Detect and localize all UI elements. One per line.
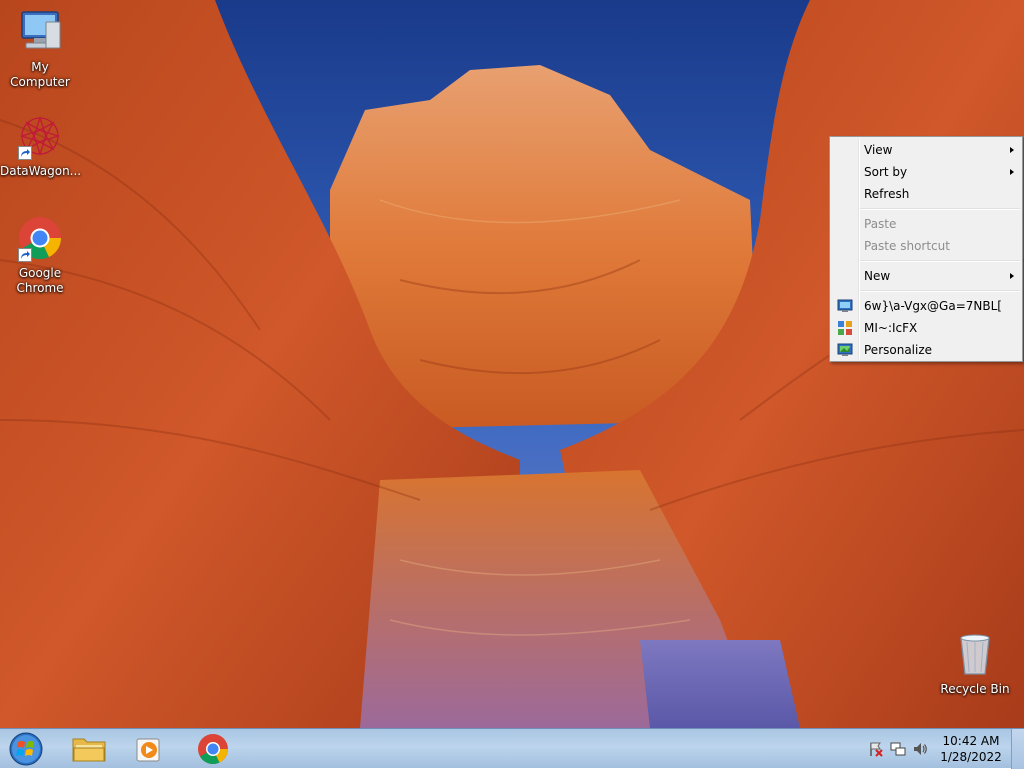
shortcut-arrow-icon	[18, 146, 32, 160]
desktop-icon-label: DataWagon...	[0, 164, 82, 178]
clock-date: 1/28/2022	[940, 750, 1002, 764]
desktop-icon-google-chrome[interactable]: Google Chrome	[0, 214, 80, 296]
menu-item-refresh[interactable]: Refresh	[832, 183, 1020, 205]
taskbar: 10:42 AM 1/28/2022	[0, 728, 1024, 769]
submenu-arrow-icon	[1010, 147, 1014, 153]
menu-separator	[860, 260, 1020, 262]
windows-logo-icon	[9, 732, 43, 766]
menu-item-label: 6w}\a-Vgx@Ga=7NBL[	[864, 299, 1002, 313]
action-center-flag-icon[interactable]	[868, 741, 884, 757]
computer-icon	[16, 8, 64, 56]
taskbar-media-player-button[interactable]	[122, 731, 176, 767]
menu-item-label: Paste	[864, 217, 897, 231]
folder-icon	[72, 738, 106, 762]
personalize-icon	[837, 342, 853, 358]
show-desktop-button[interactable]	[1011, 729, 1024, 769]
taskbar-chrome-button[interactable]	[186, 731, 240, 767]
submenu-arrow-icon	[1010, 273, 1014, 279]
chrome-icon	[16, 214, 64, 262]
menu-separator	[860, 208, 1020, 210]
media-player-icon	[136, 738, 160, 762]
desktop-icon-my-computer[interactable]: My Computer	[0, 8, 80, 90]
shortcut-arrow-icon	[18, 248, 32, 262]
menu-item-label: View	[864, 143, 893, 157]
desktop-icon-datawagon[interactable]: DataWagon...	[0, 112, 82, 179]
screen-resolution-icon	[837, 298, 853, 314]
recycle-bin-icon	[951, 630, 999, 678]
menu-item-paste-shortcut: Paste shortcut	[832, 235, 1020, 257]
desktop-icon-label: My Computer	[10, 60, 70, 89]
desktop-icon-label: Google Chrome	[16, 266, 64, 295]
datawagon-icon	[16, 112, 64, 160]
start-button[interactable]	[6, 731, 46, 767]
volume-icon[interactable]	[912, 741, 928, 757]
system-tray: 10:42 AM 1/28/2022	[854, 729, 1024, 769]
menu-item-label: Refresh	[864, 187, 910, 201]
menu-item-personalize[interactable]: Personalize	[832, 339, 1020, 361]
menu-item-label: Personalize	[864, 343, 933, 357]
network-icon[interactable]	[890, 741, 906, 757]
gadgets-icon	[837, 320, 853, 336]
menu-item-label: Sort by	[864, 165, 908, 179]
clock-time: 10:42 AM	[942, 734, 1000, 748]
wallpaper	[0, 0, 1024, 728]
menu-item-gadgets[interactable]: MI~:IcFX	[832, 317, 1020, 339]
desktop-icon-label: Recycle Bin	[940, 682, 1010, 696]
clock[interactable]: 10:42 AM 1/28/2022	[936, 733, 1006, 765]
desktop-context-menu: View Sort by Refresh Paste Paste shortcu…	[829, 136, 1023, 362]
menu-item-new[interactable]: New	[832, 265, 1020, 287]
taskbar-explorer-button[interactable]	[62, 731, 116, 767]
chrome-icon	[198, 734, 228, 764]
desktop-icon-recycle-bin[interactable]: Recycle Bin	[935, 630, 1015, 697]
menu-item-label: MI~:IcFX	[864, 321, 918, 335]
desktop[interactable]: My Computer DataWagon... Google Chrome R…	[0, 0, 1024, 728]
menu-item-paste: Paste	[832, 213, 1020, 235]
menu-item-label: Paste shortcut	[864, 239, 950, 253]
menu-separator	[860, 290, 1020, 292]
submenu-arrow-icon	[1010, 169, 1014, 175]
menu-item-screen-resolution[interactable]: 6w}\a-Vgx@Ga=7NBL[	[832, 295, 1020, 317]
menu-item-label: New	[864, 269, 891, 283]
menu-item-view[interactable]: View	[832, 139, 1020, 161]
menu-item-sort-by[interactable]: Sort by	[832, 161, 1020, 183]
